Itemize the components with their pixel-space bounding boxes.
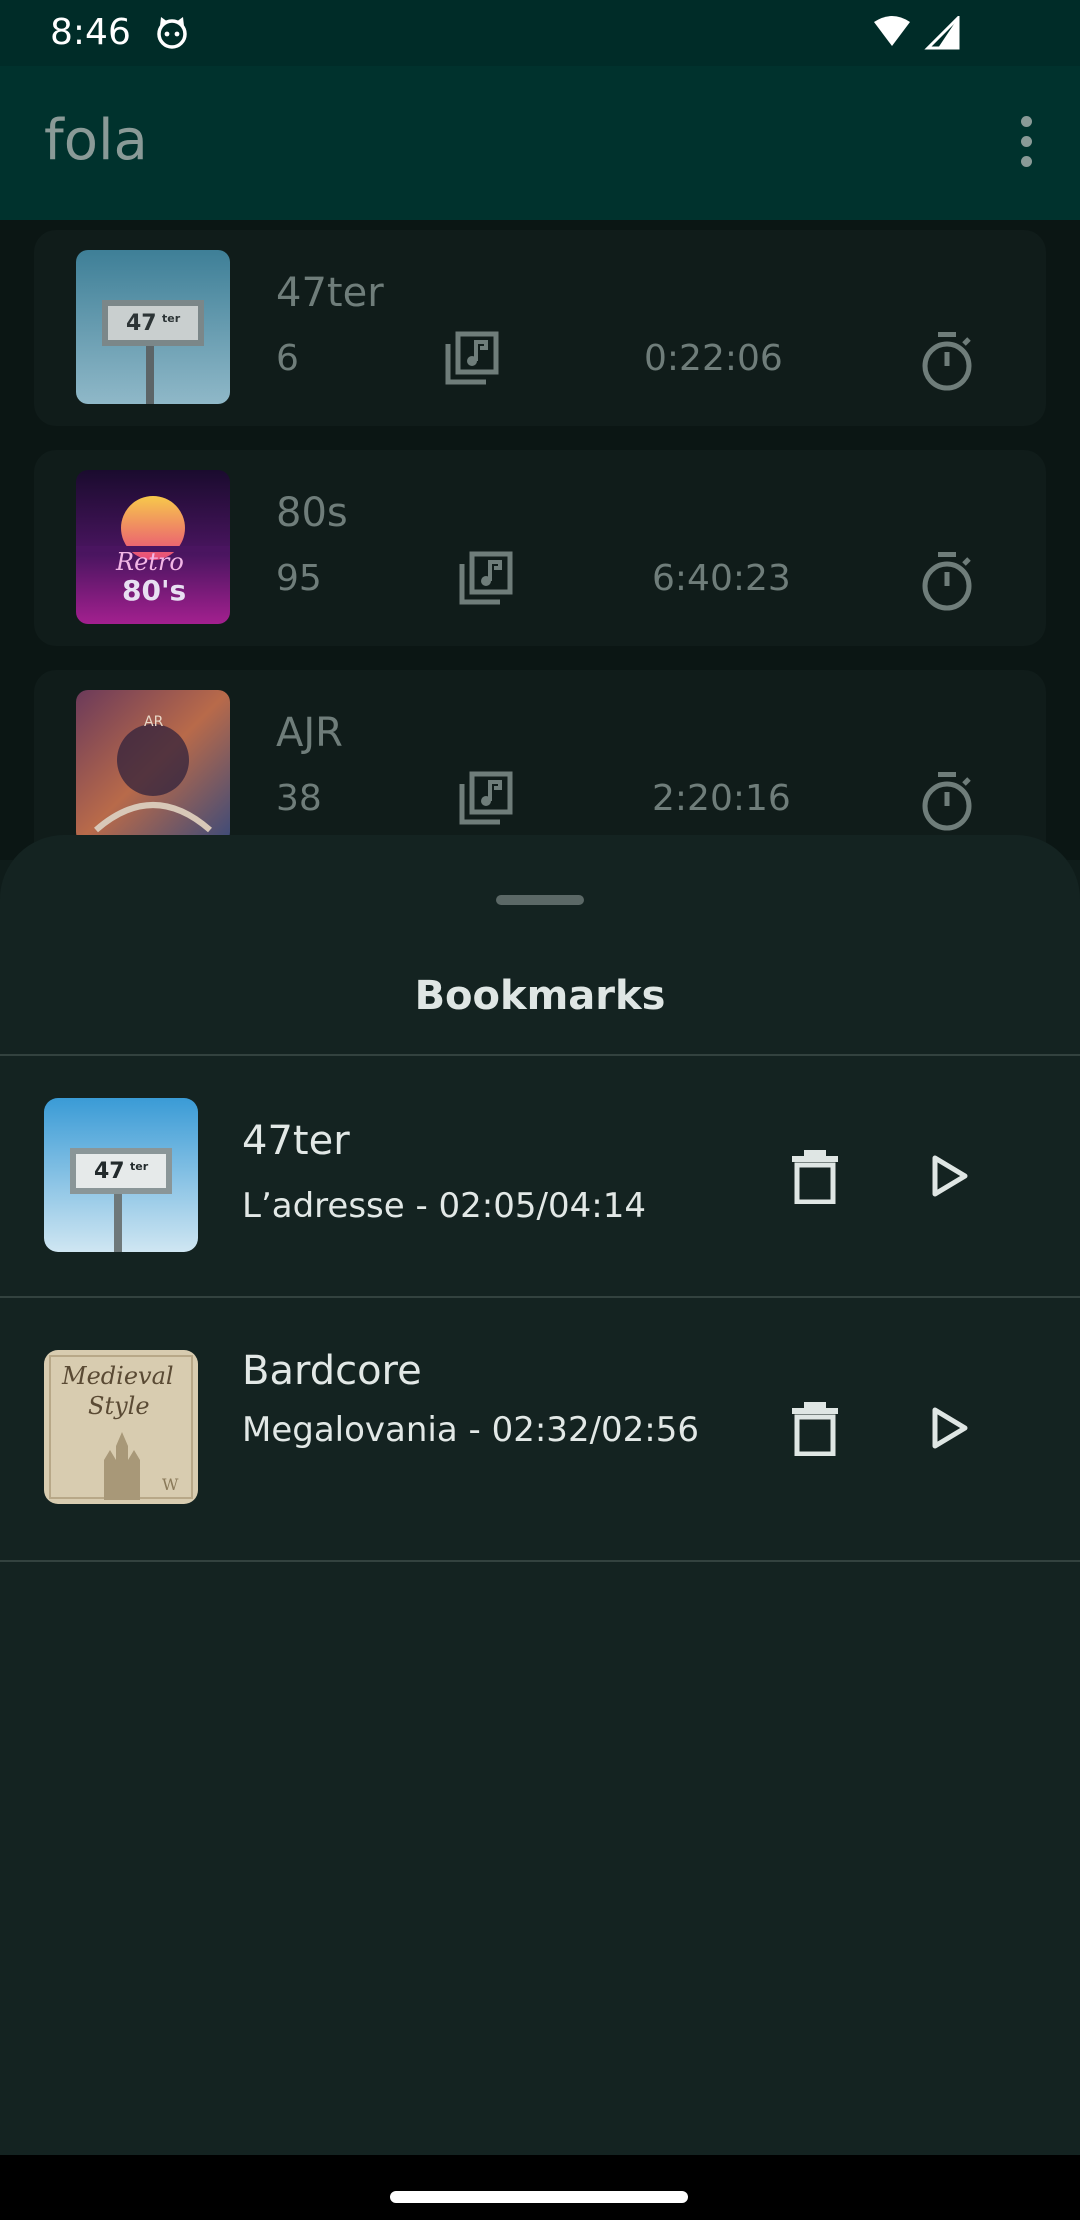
app-title: fola — [44, 108, 148, 173]
timer-icon — [922, 332, 972, 391]
svg-text:47: 47 — [126, 311, 157, 336]
music-library-icon — [445, 331, 499, 385]
bookmark-subtitle: L’adresse - 02:05/04:14 — [242, 1186, 646, 1226]
svg-text:W: W — [162, 1475, 179, 1494]
play-icon[interactable] — [930, 1406, 970, 1450]
svg-text:80's: 80's — [122, 574, 186, 607]
status-bar: 8:46 — [0, 0, 1080, 66]
drag-handle[interactable] — [496, 895, 584, 905]
playlist-list: 47 ter 47ter 6 0:22:06 Retro 80's 80s 95… — [0, 220, 1080, 866]
bookmark-title: 47ter — [242, 1118, 350, 1164]
svg-text:Style: Style — [88, 1392, 150, 1420]
playlist-name: 80s — [276, 490, 348, 536]
navigation-bar — [0, 2155, 1080, 2220]
timer-icon — [922, 552, 972, 611]
bookmark-title: Bardcore — [242, 1348, 422, 1394]
home-gesture-handle[interactable] — [390, 2191, 688, 2203]
playlist-cover: Retro 80's — [76, 470, 230, 624]
divider — [0, 1560, 1080, 1562]
svg-text:47: 47 — [94, 1159, 125, 1184]
bookmark-cover: Medieval Style W — [44, 1350, 198, 1504]
playlist-track-count: 6 — [276, 338, 299, 379]
wifi-cellular-icon — [874, 16, 960, 50]
playlist-track-count: 95 — [276, 558, 322, 599]
app-bar: fola — [0, 66, 1080, 220]
music-library-icon — [459, 551, 513, 605]
timer-icon — [922, 772, 972, 831]
playlist-track-count: 38 — [276, 778, 322, 819]
playlist-name: 47ter — [276, 270, 384, 316]
svg-text:ter: ter — [162, 312, 181, 325]
bookmark-row[interactable]: Medieval Style W Bardcore Megalovania - … — [0, 1298, 1080, 1560]
delete-icon[interactable] — [790, 1400, 840, 1456]
delete-icon[interactable] — [790, 1148, 840, 1204]
cat-notification-icon — [157, 17, 187, 49]
playlist-duration: 6:40:23 — [652, 558, 791, 599]
playlist-name: AJR — [276, 710, 343, 756]
playlist-cover: AR — [76, 690, 230, 844]
music-library-icon — [459, 771, 513, 825]
overflow-menu-icon[interactable] — [1016, 116, 1036, 168]
playlist-duration: 0:22:06 — [644, 338, 783, 379]
playlist-card[interactable]: Retro 80's 80s 95 6:40:23 — [34, 450, 1046, 646]
status-time: 8:46 — [50, 12, 131, 53]
play-icon[interactable] — [930, 1154, 970, 1198]
bookmark-row[interactable]: 47 ter 47ter L’adresse - 02:05/04:14 — [0, 1056, 1080, 1296]
sheet-title: Bookmarks — [414, 973, 666, 1019]
playlist-card[interactable]: 47 ter 47ter 6 0:22:06 — [34, 230, 1046, 426]
bookmarks-sheet: Bookmarks 47 ter 47ter L’adresse - 02:05… — [0, 835, 1080, 2155]
playlist-duration: 2:20:16 — [652, 778, 791, 819]
bookmark-cover: 47 ter — [44, 1098, 198, 1252]
svg-text:ter: ter — [130, 1160, 149, 1173]
svg-text:AR: AR — [144, 714, 164, 730]
screen: 8:46 fola 47 ter 47ter 6 0:22:06 Retro 8… — [0, 0, 1080, 2220]
playlist-cover: 47 ter — [76, 250, 230, 404]
svg-text:Medieval: Medieval — [61, 1362, 174, 1390]
bookmark-subtitle: Megalovania - 02:32/02:56 — [242, 1410, 700, 1450]
svg-text:Retro: Retro — [115, 548, 184, 576]
